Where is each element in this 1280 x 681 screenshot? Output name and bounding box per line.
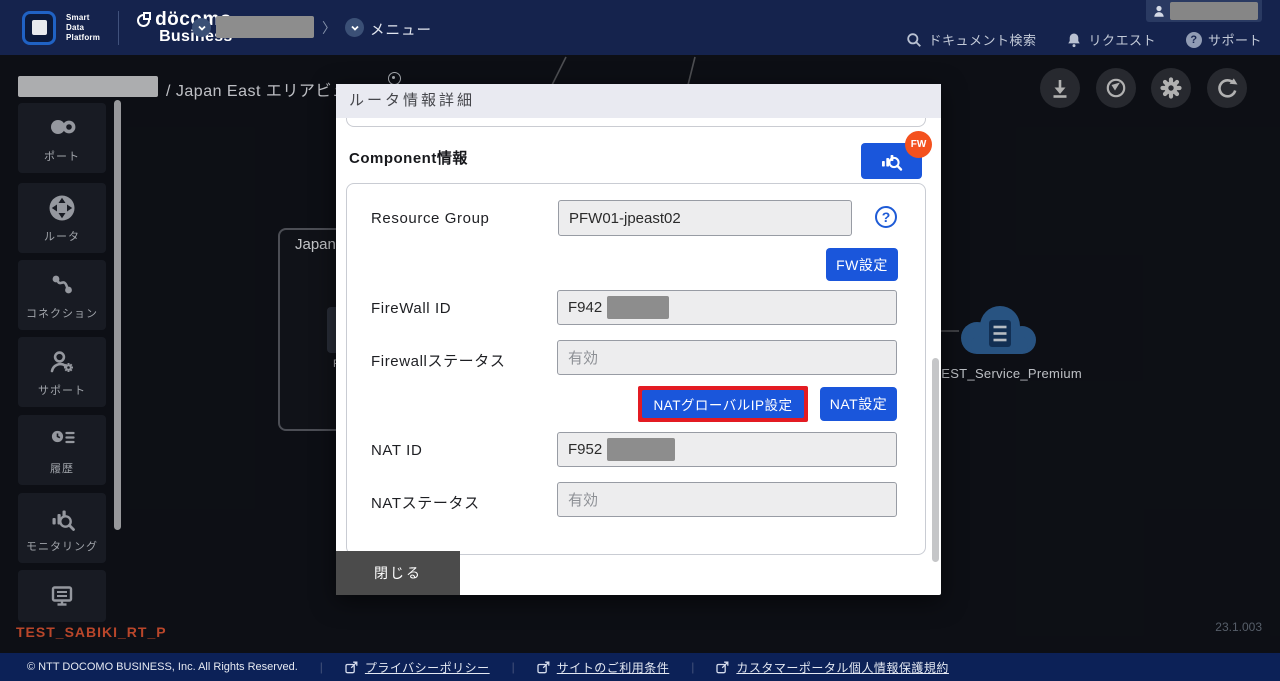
- firewall-status-field[interactable]: 有効: [557, 340, 897, 375]
- footer-divider: |: [512, 660, 515, 674]
- firewall-id-redacted: [607, 296, 669, 319]
- router-detail-modal: ルータ情報詳細 Component情報 FW Resource Group PF…: [336, 84, 941, 595]
- component-section-title: Component情報: [349, 147, 468, 168]
- menu-label[interactable]: メニュー: [370, 19, 432, 40]
- nat-global-ip-button[interactable]: NATグローバルIP設定: [642, 390, 804, 418]
- search-icon: [906, 32, 922, 48]
- modal-scrollbar[interactable]: [932, 358, 939, 562]
- docomo-mark-icon: [137, 14, 150, 27]
- nat-id-value: F952: [568, 441, 602, 458]
- resource-group-label: Resource Group: [371, 210, 489, 227]
- user-account-chip[interactable]: [1146, 0, 1262, 22]
- nat-status-value: 有効: [568, 489, 598, 510]
- firewall-id-label: FireWall ID: [371, 300, 451, 317]
- nat-status-label: NATステータス: [371, 492, 480, 513]
- modal-title: ルータ情報詳細: [336, 84, 941, 118]
- firewall-status-label: Firewallステータス: [371, 350, 505, 371]
- bell-icon: [1066, 32, 1082, 48]
- external-link-icon: [537, 661, 550, 674]
- monitoring-chart-icon: [879, 149, 905, 173]
- top-nav: ドキュメント検索 リクエスト サポート: [906, 30, 1262, 49]
- nat-status-field[interactable]: 有効: [557, 482, 897, 517]
- personal-info-policy-link[interactable]: カスタマーポータル個人情報保護規約: [716, 659, 949, 676]
- breadcrumb-separator: [322, 18, 336, 38]
- smart-data-platform-logo-text: Smart Data Platform: [66, 13, 100, 43]
- firewall-id-value: F942: [568, 299, 602, 316]
- resource-group-value: PFW01-jpeast02: [569, 210, 681, 227]
- top-bar: Smart Data Platform döcomo Business: [0, 0, 1280, 55]
- footer-divider: |: [691, 660, 694, 674]
- app-screen: / Japan East エリアビュー ポート ルータ コネクション: [0, 0, 1280, 681]
- firewall-status-value: 有効: [568, 347, 598, 368]
- chevron-down-icon: [349, 22, 361, 34]
- footer-divider: |: [320, 660, 323, 674]
- nat-config-button[interactable]: NAT設定: [820, 387, 897, 421]
- question-icon: [1186, 32, 1202, 48]
- tenant-name-redacted: [216, 16, 314, 38]
- brand-divider: [118, 11, 119, 45]
- copyright-text: © NTT DOCOMO BUSINESS, Inc. All Rights R…: [27, 661, 298, 673]
- terms-of-use-link[interactable]: サイトのご利用条件: [537, 659, 670, 676]
- chevron-down-icon: [196, 22, 208, 34]
- external-link-icon: [345, 661, 358, 674]
- external-link-icon: [716, 661, 729, 674]
- nat-id-label: NAT ID: [371, 442, 422, 459]
- tenant-dropdown-button[interactable]: [192, 18, 211, 37]
- support-link[interactable]: サポート: [1186, 30, 1262, 49]
- footer: © NTT DOCOMO BUSINESS, Inc. All Rights R…: [0, 653, 1280, 681]
- fw-config-button[interactable]: FW設定: [826, 248, 898, 281]
- nat-id-redacted: [607, 438, 675, 461]
- doc-search-link[interactable]: ドキュメント検索: [906, 30, 1036, 49]
- menu-dropdown-button[interactable]: [345, 18, 364, 37]
- close-button[interactable]: 閉じる: [336, 551, 460, 595]
- resource-group-field[interactable]: PFW01-jpeast02: [558, 200, 852, 236]
- nat-id-field[interactable]: F952: [557, 432, 897, 467]
- request-link[interactable]: リクエスト: [1066, 30, 1156, 49]
- smart-data-platform-logo-icon: [22, 11, 56, 45]
- firewall-id-field[interactable]: F942: [557, 290, 897, 325]
- nat-global-ip-highlight: NATグローバルIP設定: [638, 386, 808, 422]
- privacy-policy-link[interactable]: プライバシーポリシー: [345, 659, 490, 676]
- user-icon: [1152, 4, 1166, 18]
- scrolled-section-fragment: [346, 118, 926, 127]
- help-icon[interactable]: [875, 206, 897, 228]
- fw-status-badge: FW: [905, 131, 932, 158]
- user-name-redacted: [1170, 2, 1258, 20]
